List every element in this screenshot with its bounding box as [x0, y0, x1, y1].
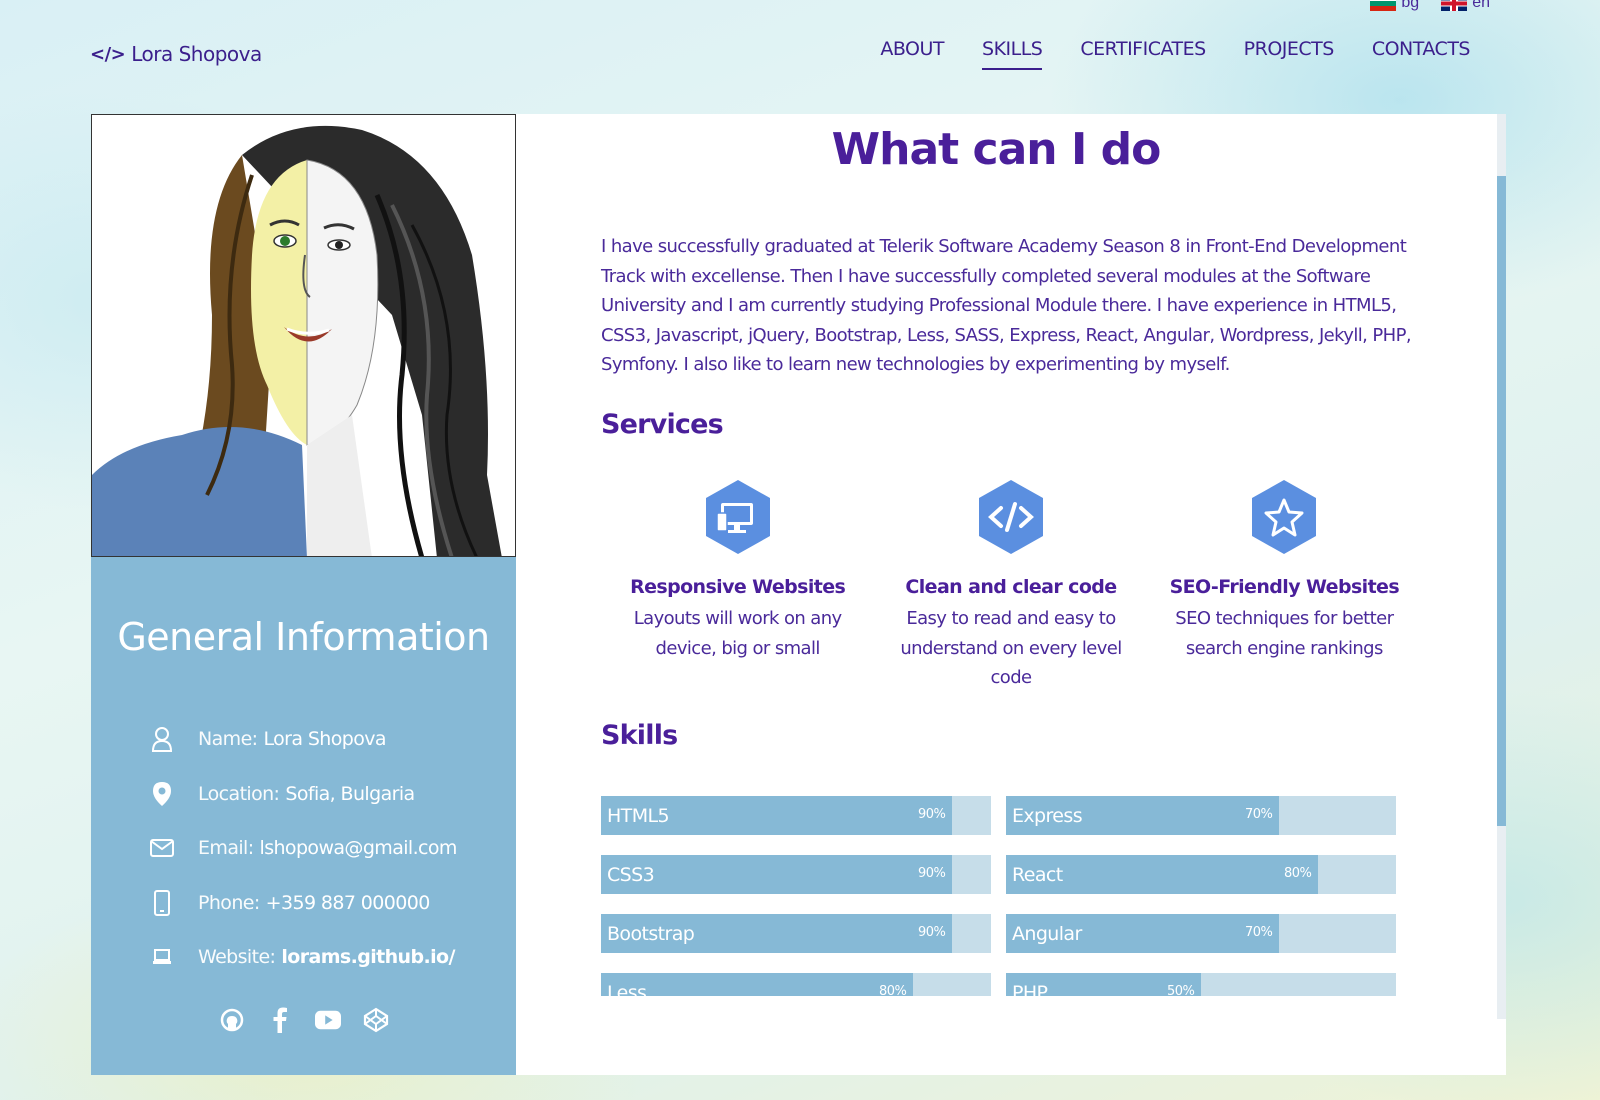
- site-header: </> Lora Shopova ABOUT SKILLS CERTIFICAT…: [90, 34, 1471, 74]
- skill-percent: 70%: [1245, 925, 1273, 940]
- skill-bar: Less 80%: [601, 973, 991, 996]
- monitor-devices-icon: [704, 478, 772, 556]
- service-desc: SEO techniques for better search engine …: [1175, 608, 1394, 659]
- skill-name: React: [1012, 864, 1063, 886]
- skill-name: Bootstrap: [607, 923, 695, 945]
- location-pin-icon: [146, 781, 178, 807]
- skills-heading: Skills: [601, 720, 678, 751]
- mobile-phone-icon: [146, 889, 178, 916]
- services-list: Responsive Websites Layouts will work on…: [601, 478, 1421, 693]
- code-brackets-icon: </>: [90, 43, 126, 65]
- profile-portrait: [91, 114, 516, 557]
- info-website-row: Website: lorams.github.io/: [146, 930, 457, 985]
- skills-column-left: HTML5 90% CSS3 90% Bootstrap 90% Less 80…: [601, 796, 991, 996]
- scrollbar-thumb[interactable]: [1497, 176, 1506, 826]
- info-location-row: Location: Sofia, Bulgaria: [146, 767, 457, 822]
- skill-name: CSS3: [607, 864, 655, 886]
- info-email-value[interactable]: lshopowa@gmail.com: [260, 837, 458, 859]
- skill-bar: Express 70%: [1006, 796, 1396, 835]
- github-icon[interactable]: [219, 1007, 245, 1033]
- skill-percent: 80%: [1284, 866, 1312, 881]
- skill-percent: 90%: [918, 925, 946, 940]
- skill-bar: Bootstrap 90%: [601, 914, 991, 953]
- skill-name: Express: [1012, 805, 1083, 827]
- uk-flag-icon: [1441, 0, 1468, 11]
- bulgarian-flag-icon: [1370, 0, 1397, 11]
- skill-percent: 80%: [879, 984, 907, 996]
- language-switcher: bg en: [1370, 0, 1490, 12]
- envelope-icon: [146, 835, 178, 861]
- lang-en[interactable]: en: [1441, 0, 1490, 12]
- services-heading: Services: [601, 409, 724, 440]
- service-clean-code: Clean and clear code Easy to read and ea…: [874, 478, 1147, 693]
- service-name: SEO-Friendly Websites: [1169, 576, 1400, 598]
- page-title: What can I do: [831, 124, 1162, 175]
- portrait-illustration: [92, 115, 515, 556]
- intro-paragraph: I have successfully graduated at Telerik…: [601, 236, 1412, 375]
- nav-projects[interactable]: PROJECTS: [1244, 38, 1335, 70]
- code-icon: [977, 478, 1045, 556]
- skill-name: PHP: [1012, 982, 1048, 996]
- skill-percent: 70%: [1245, 807, 1273, 822]
- nav-contacts[interactable]: CONTACTS: [1372, 38, 1471, 70]
- skills-column-right: Express 70% React 80% Angular 70% PHP 50…: [1006, 796, 1396, 996]
- info-list: Name: Lora Shopova Location: Sofia, Bulg…: [146, 712, 457, 985]
- laptop-icon: [146, 944, 178, 970]
- service-seo: SEO-Friendly Websites SEO techniques for…: [1148, 478, 1421, 693]
- user-icon: [146, 726, 178, 753]
- facebook-icon[interactable]: [267, 1007, 293, 1033]
- nav-about[interactable]: ABOUT: [880, 38, 944, 70]
- skill-name: HTML5: [607, 805, 670, 827]
- main-content-panel: What can I do I have successfully gradua…: [516, 114, 1506, 1075]
- skill-percent: 90%: [918, 807, 946, 822]
- youtube-icon[interactable]: [314, 1007, 341, 1033]
- info-name-row: Name: Lora Shopova: [146, 712, 457, 767]
- skill-name: Angular: [1012, 923, 1082, 945]
- info-name-label: Name:: [198, 728, 258, 751]
- skill-percent: 50%: [1167, 984, 1195, 996]
- info-website-link[interactable]: lorams.github.io/: [281, 946, 455, 968]
- service-responsive: Responsive Websites Layouts will work on…: [601, 478, 874, 693]
- skill-bar: PHP 50%: [1006, 973, 1396, 996]
- nav-certificates[interactable]: CERTIFICATES: [1080, 38, 1206, 70]
- nav-skills[interactable]: SKILLS: [982, 38, 1043, 70]
- brand-name: Lora Shopova: [131, 42, 262, 66]
- social-links: [91, 1007, 516, 1033]
- lang-bg-label: bg: [1401, 0, 1420, 11]
- main-scrollbar[interactable]: [1497, 114, 1506, 1019]
- skill-bar: HTML5 90%: [601, 796, 991, 835]
- info-location-label: Location:: [198, 782, 280, 805]
- info-location-value: Sofia, Bulgaria: [285, 782, 415, 805]
- info-phone-value: +359 887 000000: [265, 891, 431, 914]
- service-desc: Layouts will work on any device, big or …: [633, 608, 842, 659]
- general-info-panel: General Information Name: Lora Shopova L…: [91, 557, 516, 1075]
- skill-bar: CSS3 90%: [601, 855, 991, 894]
- skill-fill: [601, 973, 913, 996]
- skill-percent: 90%: [918, 866, 946, 881]
- skills-area: HTML5 90% CSS3 90% Bootstrap 90% Less 80…: [601, 796, 1401, 996]
- brand-logo[interactable]: </> Lora Shopova: [90, 42, 262, 66]
- info-phone-row: Phone: +359 887 000000: [146, 876, 457, 931]
- lang-en-label: en: [1472, 0, 1490, 11]
- info-name-value: Lora Shopova: [263, 728, 386, 751]
- info-email-label: Email:: [198, 837, 254, 860]
- skill-bar: React 80%: [1006, 855, 1396, 894]
- info-email-row: Email: lshopowa@gmail.com: [146, 821, 457, 876]
- info-phone-label: Phone:: [198, 891, 260, 914]
- info-website-label: Website:: [198, 946, 276, 969]
- lang-bg[interactable]: bg: [1370, 0, 1419, 12]
- star-icon: [1250, 478, 1318, 556]
- general-info-title: General Information: [117, 615, 490, 659]
- service-name: Responsive Websites: [630, 576, 846, 598]
- main-nav: ABOUT SKILLS CERTIFICATES PROJECTS CONTA…: [880, 38, 1471, 70]
- service-desc: Easy to read and easy to understand on e…: [900, 608, 1122, 688]
- service-name: Clean and clear code: [905, 576, 1117, 598]
- skill-bar: Angular 70%: [1006, 914, 1396, 953]
- skill-name: Less: [607, 982, 647, 996]
- codepen-icon[interactable]: [363, 1007, 389, 1033]
